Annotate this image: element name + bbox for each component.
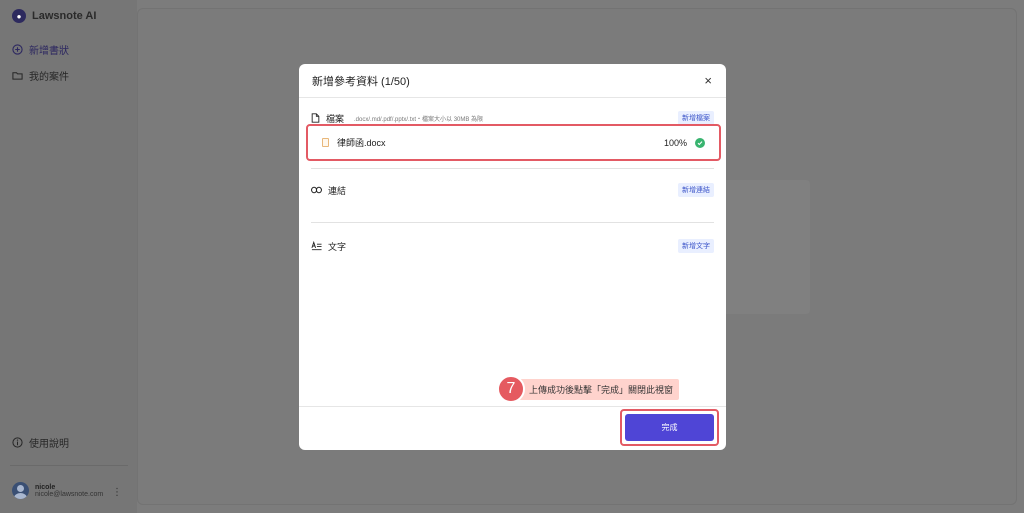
sidebar-item-label: 新增書狀	[29, 46, 69, 57]
text-section-header: 文字 新增文字	[311, 239, 714, 253]
sidebar: ● Lawsnote AI 新增書狀 我的案件 使用說明 nicole nico…	[0, 0, 137, 513]
user-email: nicole@lawsnote.com	[35, 490, 104, 498]
uploaded-file-row: 律師函.docx 100%	[306, 124, 721, 161]
file-name: 律師函.docx	[337, 138, 386, 148]
annotation-callout: 7 上傳成功後點擊「完成」關閉此視窗	[497, 375, 680, 403]
modal-title: 新增參考資料 (1/50)	[312, 75, 410, 88]
upload-progress: 100%	[663, 137, 687, 148]
help-label: 使用說明	[29, 439, 69, 450]
section-divider	[311, 222, 714, 223]
link-section-label: 連結	[328, 185, 347, 196]
done-button[interactable]: 完成	[625, 414, 714, 441]
file-section-header: 檔案 .docx/.md/.pdf/.pptx/.txt・檔案大小以 30MB …	[311, 111, 714, 125]
file-section-label: 檔案	[326, 113, 345, 124]
sidebar-divider	[10, 465, 128, 466]
docx-file-icon	[322, 138, 329, 147]
sidebar-item-my-cases[interactable]: 我的案件	[12, 68, 69, 83]
annotation-text: 上傳成功後點擊「完成」關閉此視窗	[519, 378, 680, 400]
close-icon[interactable]: ×	[704, 74, 712, 87]
more-vertical-icon[interactable]: ⋮	[112, 487, 122, 498]
sidebar-item-new-brief[interactable]: 新增書狀	[12, 42, 69, 57]
avatar	[12, 482, 29, 499]
modal-header: 新增參考資料 (1/50) ×	[299, 64, 726, 98]
file-section-hint: .docx/.md/.pdf/.pptx/.txt・檔案大小以 30MB 為限	[354, 116, 484, 123]
text-format-icon	[311, 241, 322, 251]
brand-name: Lawsnote AI	[32, 10, 97, 22]
folder-icon	[12, 72, 23, 80]
add-link-button[interactable]: 新增連結	[678, 183, 714, 197]
document-icon	[311, 113, 320, 123]
user-profile[interactable]: nicole nicole@lawsnote.com	[12, 482, 103, 499]
sidebar-item-label: 我的案件	[29, 72, 69, 83]
check-circle-icon	[695, 137, 705, 148]
plus-circle-icon	[12, 44, 23, 55]
add-file-button[interactable]: 新增檔案	[678, 111, 714, 125]
brand-logo-icon: ●	[12, 9, 26, 23]
step-number-badge: 7	[497, 375, 525, 403]
section-divider	[311, 168, 714, 169]
done-button-highlight: 完成	[620, 409, 719, 446]
help-link[interactable]: 使用說明	[12, 435, 69, 450]
user-name: nicole	[35, 483, 56, 491]
info-icon	[12, 437, 23, 448]
text-section-label: 文字	[328, 241, 347, 252]
brand: ● Lawsnote AI	[12, 9, 96, 23]
add-text-button[interactable]: 新增文字	[678, 239, 714, 253]
link-section-header: 連結 新增連結	[311, 183, 714, 197]
link-icon	[311, 186, 322, 194]
